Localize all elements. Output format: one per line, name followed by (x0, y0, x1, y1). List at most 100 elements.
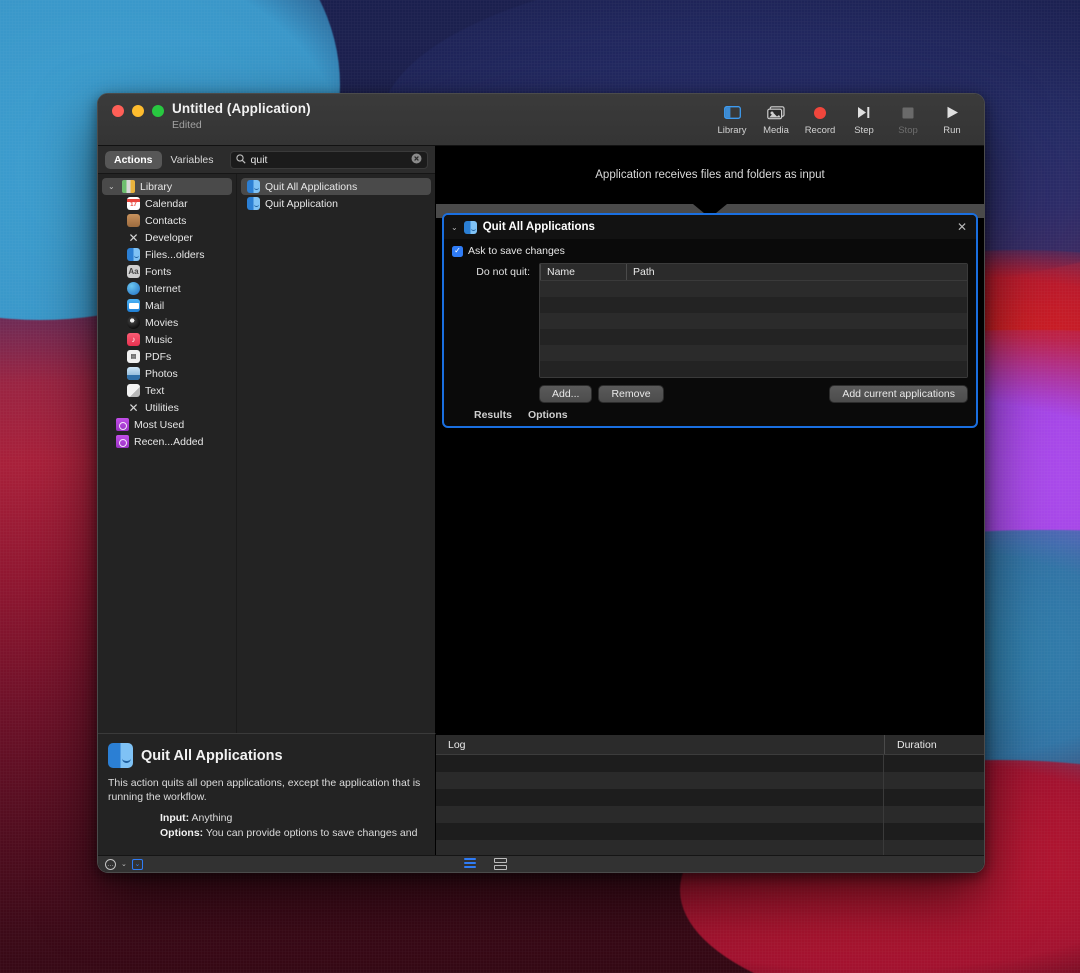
toolbar-label: Library (717, 125, 747, 136)
search-input[interactable]: quit (251, 154, 406, 166)
description-input-line: Input: Anything (160, 811, 425, 826)
sidebar-item-pdfs[interactable]: ▤ PDFs (102, 348, 232, 365)
log-row[interactable] (436, 806, 984, 823)
description-input-key: Input: (160, 812, 190, 825)
toolbar-item-library[interactable]: Library (710, 100, 754, 136)
zoom-button[interactable] (152, 105, 164, 117)
checkbox-label: Ask to save changes (468, 245, 565, 257)
list-view-icon[interactable] (464, 858, 476, 870)
mail-icon (127, 299, 140, 312)
column-header-duration[interactable]: Duration (884, 735, 984, 754)
smart-folder-icon (116, 418, 129, 431)
close-icon[interactable]: ✕ (955, 221, 969, 233)
sidebar-item-music[interactable]: ♪ Music (102, 331, 232, 348)
library-icon (122, 180, 135, 193)
do-not-quit-table[interactable]: Name Path (539, 263, 968, 378)
sidebar-item-most-used[interactable]: Most Used (102, 416, 232, 433)
toolbar-item-run[interactable]: Run (930, 100, 974, 136)
log-row[interactable] (436, 755, 984, 772)
window-subtitle: Edited (172, 119, 202, 131)
sidebar-item-label: Music (145, 333, 173, 346)
table-row[interactable] (540, 313, 967, 329)
tab-variables[interactable]: Variables (162, 151, 223, 169)
clear-icon[interactable] (411, 151, 422, 169)
sidebar-item-label: Fonts (145, 265, 172, 278)
log-row[interactable] (436, 823, 984, 840)
sidebar-item-developer[interactable]: ✕ Developer (102, 229, 232, 246)
ask-to-save-changes-row[interactable]: ✓ Ask to save changes (452, 245, 968, 257)
table-row[interactable] (540, 329, 967, 345)
record-icon (813, 104, 827, 121)
text-icon (127, 384, 140, 397)
sidebar-item-photos[interactable]: Photos (102, 365, 232, 382)
description-options-line: Options: You can provide options to save… (160, 826, 425, 841)
finder-icon (127, 248, 140, 261)
workflow-action-card[interactable]: ⌄ Quit All Applications ✕ ✓ Ask to save … (442, 213, 978, 428)
column-header-path[interactable]: Path (626, 264, 967, 280)
sidebar-item-label: Developer (145, 231, 193, 244)
add-button[interactable]: Add... (539, 385, 593, 403)
table-row[interactable] (540, 345, 967, 361)
sidebar-item-fonts[interactable]: Aa Fonts (102, 263, 232, 280)
toolbar-item-stop[interactable]: Stop (886, 100, 930, 136)
description-input-value: Anything (191, 812, 233, 825)
checkbox-icon[interactable]: ⌄ (131, 858, 143, 870)
column-header-log[interactable]: Log (436, 735, 884, 754)
action-card-header[interactable]: ⌄ Quit All Applications ✕ (444, 215, 976, 239)
toolbar-label: Media (763, 125, 789, 136)
search-field[interactable]: quit (229, 150, 428, 169)
minimize-button[interactable] (132, 105, 144, 117)
sidebar-item-calendar[interactable]: 17 Calendar (102, 195, 232, 212)
sidebar-item-library[interactable]: ⌄ Library (102, 178, 232, 195)
toolbar-item-media[interactable]: Media (754, 100, 798, 136)
fonts-icon: Aa (127, 265, 140, 278)
finder-action-icon (108, 743, 133, 768)
status-bar: … ⌄ ⌄ (98, 855, 984, 872)
toolbar-item-step[interactable]: Step (842, 100, 886, 136)
sidebar-item-label: Contacts (145, 214, 187, 227)
library-tabs: Actions Variables (105, 150, 223, 169)
table-row[interactable] (540, 361, 967, 377)
close-button[interactable] (112, 105, 124, 117)
do-not-quit-section: Do not quit: Name Path (452, 263, 968, 378)
log-row[interactable] (436, 789, 984, 806)
sidebar-item-mail[interactable]: Mail (102, 297, 232, 314)
finder-action-icon (463, 220, 477, 234)
finder-action-icon (247, 197, 260, 210)
sidebar-item-recently-added[interactable]: Recen...Added (102, 433, 232, 450)
tab-actions[interactable]: Actions (105, 150, 162, 169)
column-header-name[interactable]: Name (540, 264, 626, 280)
chevron-down-icon[interactable]: ⌄ (451, 223, 458, 232)
sidebar-item-internet[interactable]: Internet (102, 280, 232, 297)
chevron-down-icon[interactable]: ⌄ (108, 182, 117, 191)
sidebar-item-movies[interactable]: Movies (102, 314, 232, 331)
split-view-icon[interactable] (494, 858, 507, 870)
sidebar-item-files-and-folders[interactable]: Files...olders (102, 246, 232, 263)
table-row[interactable] (540, 297, 967, 313)
tab-results[interactable]: Results (474, 409, 512, 421)
list-item[interactable]: Quit All Applications (241, 178, 431, 195)
sidebar-item-label: Photos (145, 367, 178, 380)
step-icon (857, 104, 871, 121)
action-card-body: ✓ Ask to save changes Do not quit: Name … (444, 239, 976, 403)
tab-options[interactable]: Options (528, 409, 568, 421)
sidebar-item-label: Files...olders (145, 248, 205, 261)
sidebar-item-contacts[interactable]: Contacts (102, 212, 232, 229)
remove-button[interactable]: Remove (598, 385, 664, 403)
calendar-icon: 17 (127, 197, 140, 210)
list-item[interactable]: Quit Application (241, 195, 431, 212)
table-row[interactable] (540, 281, 967, 297)
comment-icon[interactable]: … (105, 858, 116, 870)
workflow-input-banner: Application receives files and folders a… (595, 169, 825, 181)
toolbar-item-record[interactable]: Record (798, 100, 842, 136)
workflow-canvas[interactable]: Application receives files and folders a… (436, 146, 984, 734)
chevron-down-icon[interactable]: ⌄ (121, 860, 127, 868)
sidebar-item-utilities[interactable]: ✕ Utilities (102, 399, 232, 416)
log-row[interactable] (436, 772, 984, 789)
description-header: Quit All Applications (108, 743, 425, 768)
checkbox-icon[interactable]: ✓ (452, 245, 463, 257)
toolbar: Library Media Record Step Stop Run (710, 100, 974, 136)
sidebar-item-label: Mail (145, 299, 165, 312)
sidebar-item-text[interactable]: Text (102, 382, 232, 399)
add-current-applications-button[interactable]: Add current applications (829, 385, 968, 403)
